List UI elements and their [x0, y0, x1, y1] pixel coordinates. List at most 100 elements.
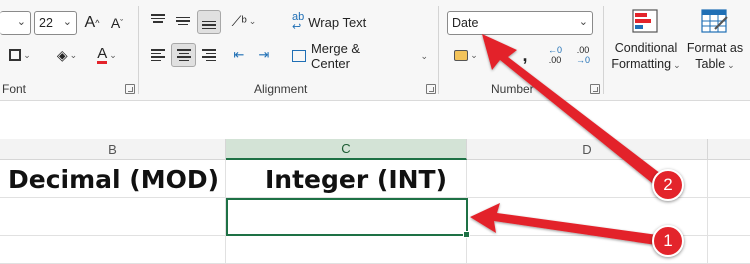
- chevron-down-icon: ⌄: [420, 50, 428, 61]
- fill-handle[interactable]: [463, 231, 470, 238]
- chevron-down-icon: ⌄: [23, 49, 31, 60]
- decrease-indent-button[interactable]: ⇤: [228, 44, 250, 66]
- font-size-value: 22: [39, 16, 53, 30]
- decrease-decimal-button[interactable]: .00 →0: [570, 42, 596, 68]
- conditional-formatting-icon: [632, 9, 658, 33]
- callout-badge-1: 1: [652, 225, 684, 257]
- font-name-dropdown[interactable]: ⌄: [0, 11, 31, 35]
- ribbon: ⌄ 22 ⌄ A ^ Aˇ ⌄ ◈ ⌄ A ⌄ Font ⟋ᵇ ⌄ ab ↩ Wra…: [0, 0, 750, 101]
- increase-font-size-button[interactable]: A ^: [82, 11, 102, 35]
- column-header-b[interactable]: B: [0, 139, 226, 160]
- alignment-group-label: Alignment: [254, 82, 308, 96]
- conditional-formatting-label: Conditional Formatting ⌄: [609, 40, 683, 73]
- merge-center-icon: [292, 50, 306, 62]
- comma-icon: ,: [522, 44, 528, 65]
- alignment-dialog-launcher-icon[interactable]: [426, 84, 436, 94]
- font-group-label: Font: [2, 82, 27, 96]
- chevron-down-icon: ⌄: [248, 15, 257, 26]
- selected-cell-c2[interactable]: [226, 198, 468, 236]
- conditional-formatting-button[interactable]: Conditional Formatting ⌄: [609, 6, 683, 76]
- column-header-label: B: [108, 141, 117, 157]
- increase-decimal-icon-top: ←0: [547, 45, 562, 55]
- decrease-decimal-icon-top: .00: [576, 45, 590, 55]
- orientation-button[interactable]: ⟋ᵇ ⌄: [228, 10, 260, 32]
- callout-badge-2: 2: [652, 169, 684, 201]
- paint-bucket-icon: ◈: [56, 46, 68, 63]
- percent-style-button[interactable]: %: [492, 44, 512, 66]
- chevron-down-icon: ⌄: [578, 16, 588, 28]
- font-dialog-launcher-icon[interactable]: [125, 84, 135, 94]
- top-align-button[interactable]: [147, 10, 169, 32]
- comma-style-button[interactable]: ,: [516, 44, 534, 66]
- label-line: Formatting ⌄: [609, 56, 683, 73]
- increase-indent-button[interactable]: ⇥: [253, 44, 275, 66]
- increase-decimal-button[interactable]: ←0 .00: [542, 42, 568, 68]
- column-header-c[interactable]: C: [226, 139, 467, 160]
- chevron-down-icon: ⌄: [470, 49, 478, 60]
- chevron-down-icon: ⌄: [109, 49, 117, 60]
- column-header-label: D: [582, 141, 592, 157]
- chevron-down-icon: ⌄: [727, 60, 735, 70]
- cell-e2[interactable]: [708, 198, 750, 236]
- column-header-d[interactable]: D: [467, 139, 708, 160]
- align-right-button[interactable]: [198, 44, 220, 66]
- accounting-format-button[interactable]: ⌄: [449, 44, 483, 66]
- number-format-value: Date: [452, 16, 479, 30]
- percent-icon: %: [495, 47, 509, 63]
- label-line: Table ⌄: [684, 56, 746, 73]
- borders-button[interactable]: ⌄: [6, 44, 34, 66]
- chevron-down-icon: ⌄: [673, 60, 681, 70]
- decrease-indent-icon: ⇤: [233, 47, 245, 62]
- accounting-icon: [454, 49, 469, 61]
- column-header-e[interactable]: [708, 139, 750, 160]
- decrease-decimal-icon-bottom: →0: [575, 55, 590, 65]
- callout-badge-label: 2: [663, 175, 673, 194]
- formula-bar-area: [0, 102, 750, 139]
- label-line-text: Formatting: [611, 57, 672, 71]
- bottom-align-button[interactable]: [197, 10, 221, 34]
- orientation-icon: ⟋ᵇ: [231, 12, 247, 29]
- cell-b1-text: Decimal (MOD): [8, 165, 220, 194]
- cell-e3[interactable]: [708, 236, 750, 264]
- middle-align-button[interactable]: [172, 10, 194, 32]
- decrease-font-icon: A: [110, 15, 121, 31]
- cell-b2[interactable]: [0, 198, 226, 236]
- group-separator: [603, 6, 604, 94]
- chevron-down-icon: ⌄: [62, 16, 72, 28]
- cell-b3[interactable]: [0, 236, 226, 264]
- increase-font-icon: A: [84, 14, 96, 31]
- format-as-table-label: Format as Table ⌄: [684, 40, 746, 73]
- cell-e1[interactable]: [708, 160, 750, 198]
- label-line: Format as: [686, 41, 744, 55]
- number-dialog-launcher-icon[interactable]: [590, 84, 600, 94]
- group-separator: [438, 6, 439, 94]
- fill-color-button[interactable]: ◈ ⌄: [52, 44, 82, 66]
- cell-c1-text: Integer (INT): [265, 165, 448, 194]
- decrease-font-size-button[interactable]: Aˇ: [107, 11, 127, 35]
- chevron-down-icon: ⌄: [69, 49, 78, 60]
- font-size-dropdown[interactable]: 22 ⌄: [34, 11, 77, 35]
- borders-icon: [9, 49, 22, 61]
- cell-c3[interactable]: [226, 236, 467, 264]
- format-as-table-button[interactable]: Format as Table ⌄: [684, 6, 746, 76]
- label-line-text: Table: [695, 57, 726, 71]
- wrap-text-button[interactable]: ab ↩ Wrap Text: [292, 10, 374, 34]
- number-group-label: Number: [491, 82, 534, 96]
- increase-decimal-icon-bottom: .00: [548, 55, 562, 65]
- number-format-dropdown[interactable]: Date ⌄: [447, 11, 593, 35]
- format-as-table-icon: [701, 9, 728, 33]
- align-left-button[interactable]: [147, 44, 169, 66]
- chevron-down-icon: ⌄: [16, 16, 26, 28]
- wrap-text-icon: ab ↩: [292, 11, 305, 33]
- font-color-icon: A: [97, 44, 108, 64]
- merge-center-label: Merge & Center: [310, 41, 361, 71]
- center-button[interactable]: [171, 43, 196, 67]
- increase-indent-icon: ⇥: [258, 47, 270, 62]
- callout-badge-label: 1: [663, 231, 673, 250]
- column-header-label: C: [341, 141, 351, 156]
- merge-center-button[interactable]: Merge & Center ⌄: [292, 41, 428, 71]
- group-separator: [138, 6, 139, 94]
- label-line: Conditional: [614, 41, 678, 55]
- font-color-button[interactable]: A ⌄: [92, 44, 122, 66]
- wrap-text-label: Wrap Text: [308, 14, 367, 30]
